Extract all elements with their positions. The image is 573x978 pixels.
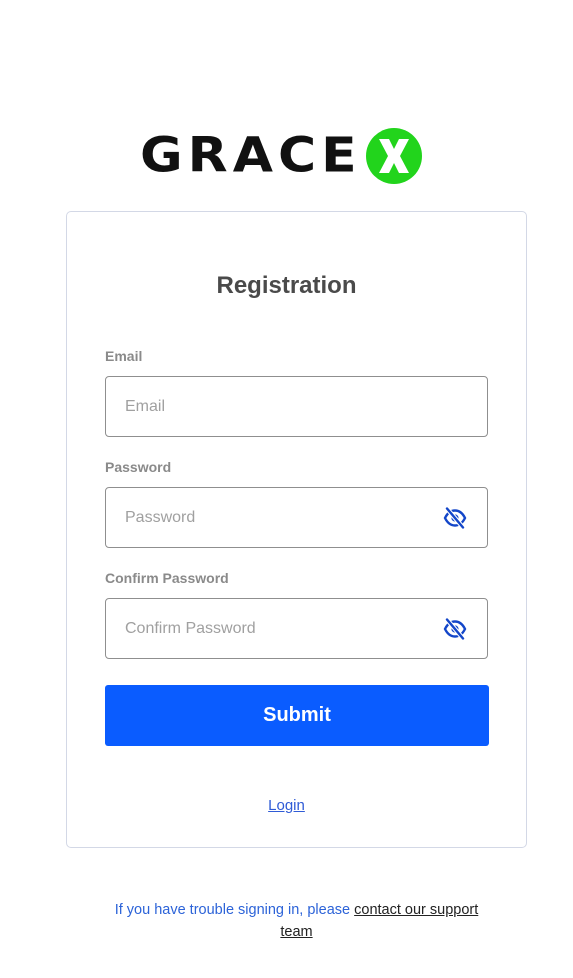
email-input[interactable] (125, 377, 425, 436)
confirm-password-field-box (105, 598, 488, 659)
help-prefix: If you have trouble signing in, please (114, 902, 355, 918)
password-visibility-toggle[interactable] (443, 507, 467, 529)
eye-off-icon (443, 618, 467, 640)
password-label: Password (105, 459, 172, 475)
logo-x-badge (365, 128, 422, 184)
gracex-logo: GRACE (140, 124, 454, 188)
email-field-box (105, 376, 488, 437)
confirm-password-visibility-toggle[interactable] (443, 618, 467, 640)
password-input[interactable] (125, 488, 425, 547)
login-link-row: Login (0, 797, 573, 814)
help-text: If you have trouble signing in, please c… (110, 899, 483, 943)
login-link[interactable]: Login (268, 797, 305, 814)
confirm-password-label: Confirm Password (105, 570, 229, 586)
logo-x-icon (378, 139, 409, 173)
logo-text: GRACE (140, 128, 362, 184)
password-field-box (105, 487, 488, 548)
submit-button[interactable]: Submit (105, 685, 489, 746)
confirm-password-input[interactable] (125, 599, 425, 658)
eye-off-icon (443, 507, 467, 529)
form-title: Registration (216, 272, 357, 299)
email-label: Email (105, 348, 143, 364)
